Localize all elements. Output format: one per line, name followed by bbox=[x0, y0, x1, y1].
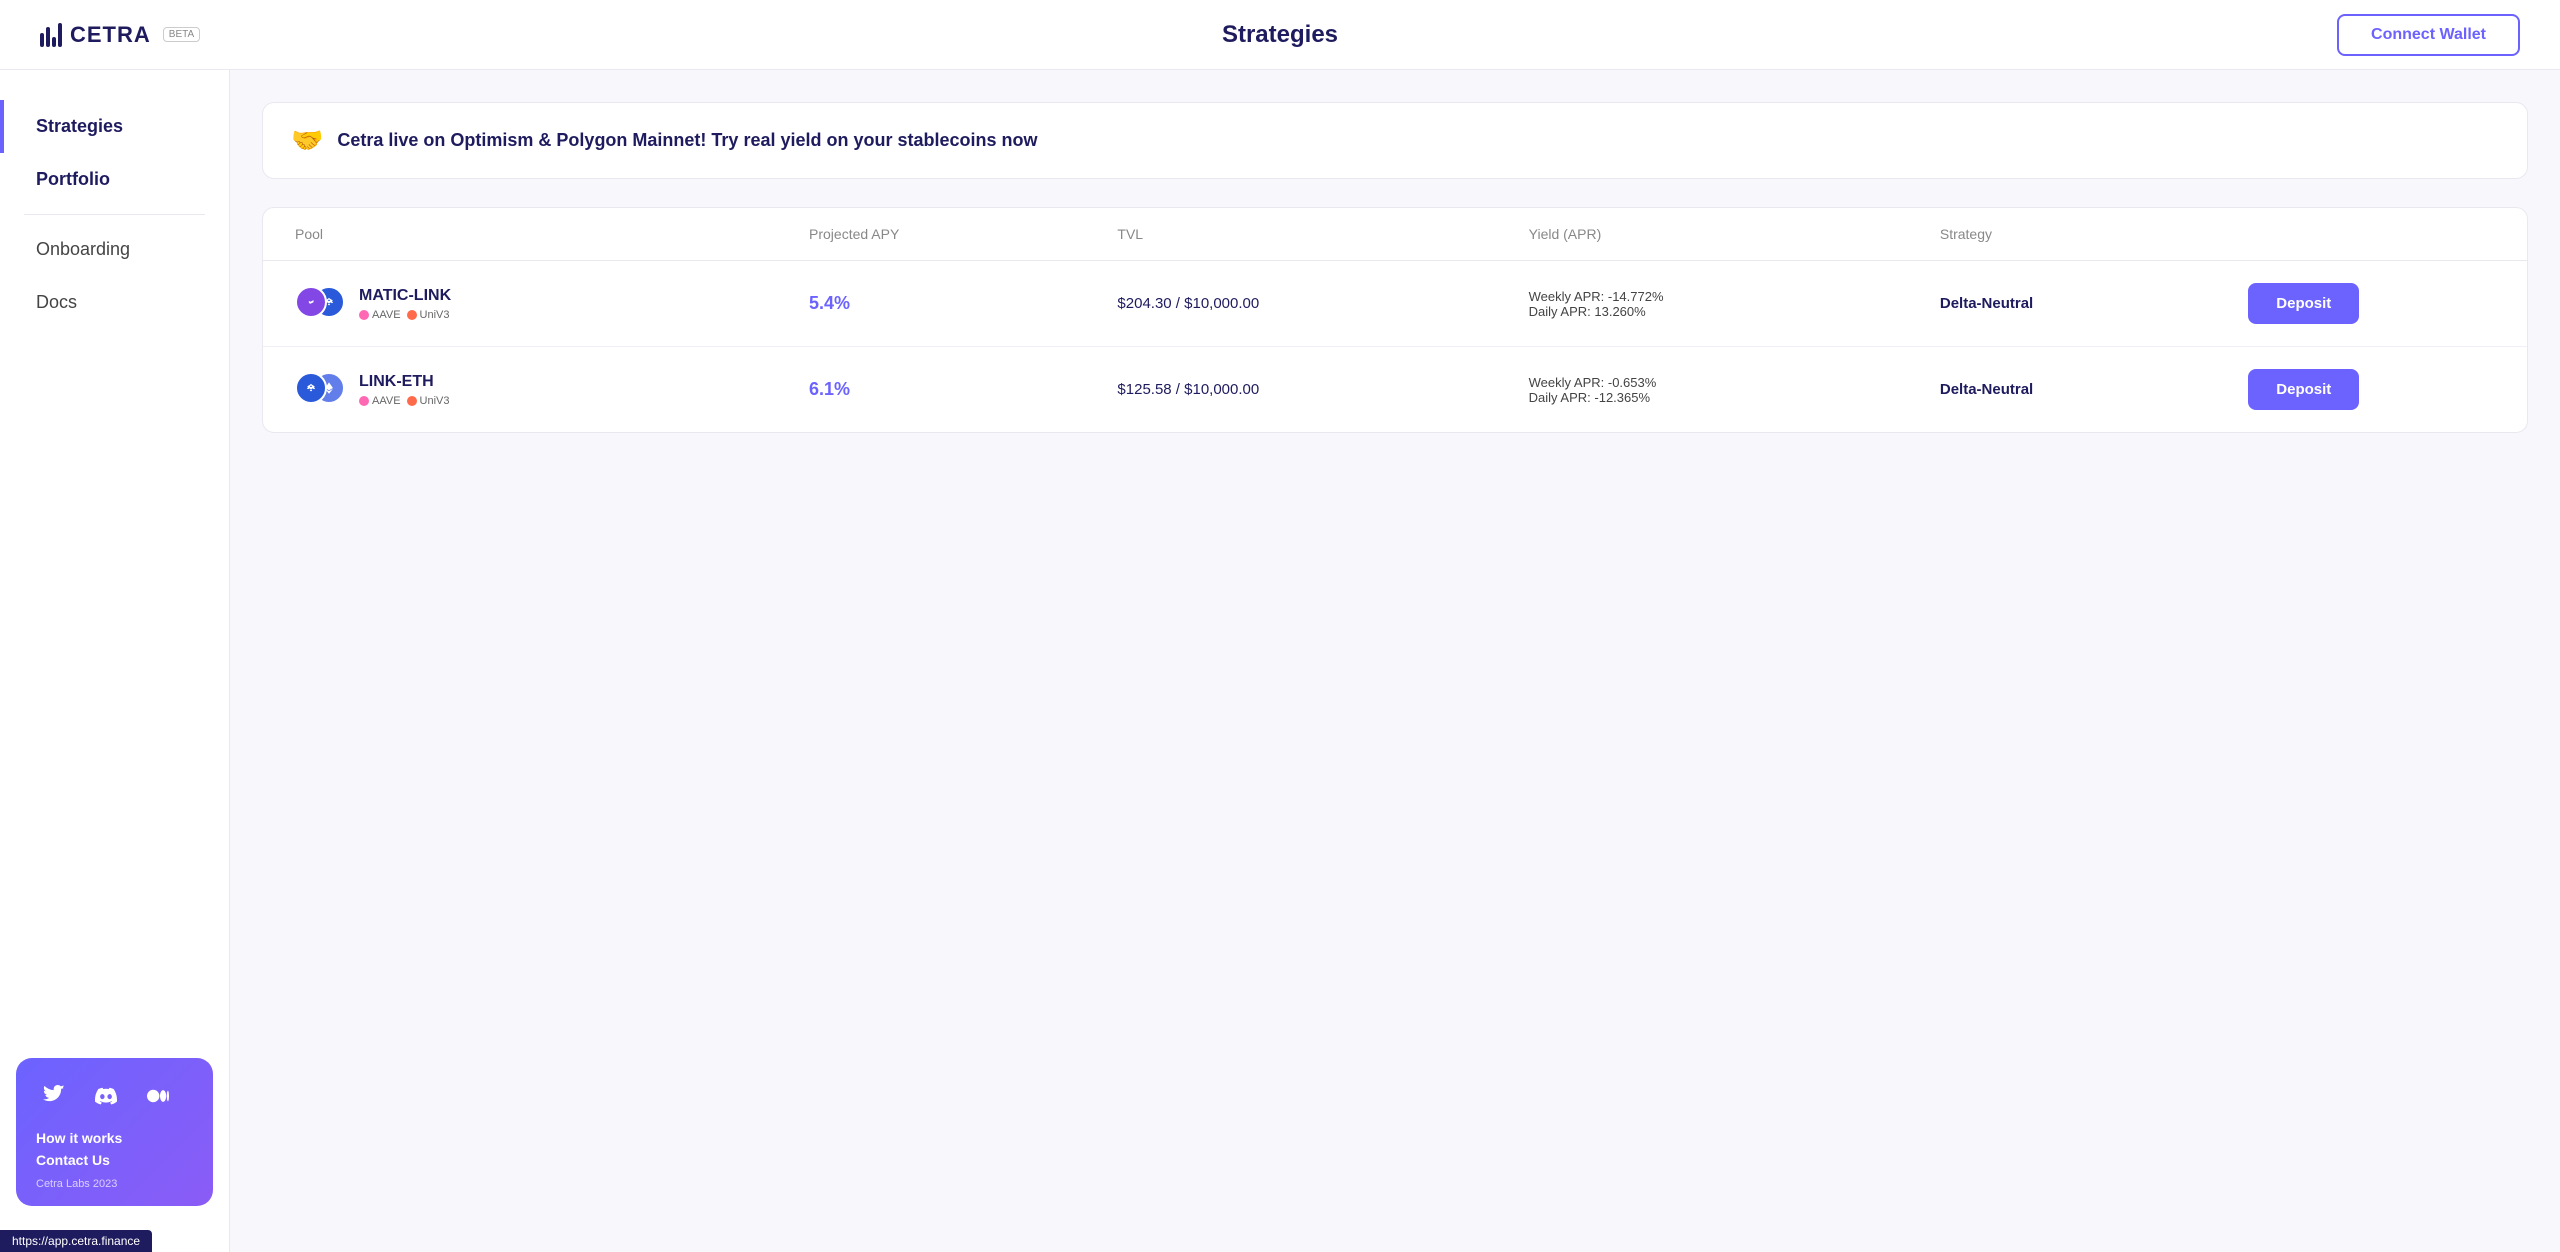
col-header-tvl: TVL bbox=[1117, 226, 1528, 242]
main-content: 🤝 Cetra live on Optimism & Polygon Mainn… bbox=[230, 70, 2560, 1252]
contact-us-link[interactable]: Contact Us bbox=[36, 1152, 193, 1168]
sidebar-footer: How it works Contact Us Cetra Labs 2023 bbox=[16, 1058, 213, 1206]
page-title: Strategies bbox=[1222, 21, 1338, 49]
sidebar-item-docs[interactable]: Docs bbox=[0, 276, 229, 329]
table-header: Pool Projected APY TVL Yield (APR) Strat… bbox=[263, 208, 2527, 261]
pool-tags-matic-link: AAVE UniV3 bbox=[359, 309, 451, 321]
col-header-strategy: Strategy bbox=[1940, 226, 2248, 242]
yield-cell-1: Weekly APR: -14.772% Daily APR: 13.260% bbox=[1529, 289, 1940, 319]
univ3-dot bbox=[407, 310, 417, 320]
apy-value-2: 6.1% bbox=[809, 379, 1117, 400]
tvl-value-1: $204.30 / $10,000.00 bbox=[1117, 295, 1528, 312]
header: CETRA BETA Strategies Connect Wallet bbox=[0, 0, 2560, 70]
copyright-text: Cetra Labs 2023 bbox=[36, 1178, 117, 1190]
how-it-works-link[interactable]: How it works bbox=[36, 1130, 193, 1146]
pool-tag-univ3-2: UniV3 bbox=[407, 395, 450, 407]
pool-icon-matic bbox=[295, 286, 327, 318]
twitter-icon[interactable] bbox=[36, 1078, 72, 1114]
pool-tags-link-eth: AAVE UniV3 bbox=[359, 395, 450, 407]
sidebar-item-strategies[interactable]: Strategies bbox=[0, 100, 229, 153]
pool-icon-link2 bbox=[295, 372, 327, 404]
apy-value-1: 5.4% bbox=[809, 293, 1117, 314]
deposit-button-2[interactable]: Deposit bbox=[2248, 369, 2359, 410]
univ3-dot-2 bbox=[407, 396, 417, 406]
col-header-pool: Pool bbox=[295, 226, 809, 242]
table-row: MATIC-LINK AAVE UniV3 bbox=[263, 261, 2527, 347]
strategies-table-card: Pool Projected APY TVL Yield (APR) Strat… bbox=[262, 207, 2528, 433]
col-header-apy: Projected APY bbox=[809, 226, 1117, 242]
pool-cell-matic-link: MATIC-LINK AAVE UniV3 bbox=[295, 286, 809, 322]
sidebar-item-portfolio[interactable]: Portfolio bbox=[0, 153, 229, 206]
strategy-value-1: Delta-Neutral bbox=[1940, 295, 2248, 312]
pool-info-matic-link: MATIC-LINK AAVE UniV3 bbox=[359, 287, 451, 321]
yield-cell-2: Weekly APR: -0.653% Daily APR: -12.365% bbox=[1529, 375, 1940, 405]
logo-text: CETRA bbox=[70, 22, 151, 48]
pool-info-link-eth: LINK-ETH AAVE UniV3 bbox=[359, 373, 450, 407]
aave-label-2: AAVE bbox=[372, 395, 401, 407]
sidebar-nav: Strategies Portfolio Onboarding Docs bbox=[0, 100, 229, 1038]
col-header-action bbox=[2248, 226, 2495, 242]
aave-dot bbox=[359, 310, 369, 320]
deposit-cell-2: Deposit bbox=[2248, 369, 2495, 410]
sidebar-item-onboarding[interactable]: Onboarding bbox=[0, 223, 229, 276]
daily-apr-1: Daily APR: 13.260% bbox=[1529, 304, 1940, 319]
pool-name-link-eth: LINK-ETH bbox=[359, 373, 450, 391]
discord-icon[interactable] bbox=[88, 1078, 124, 1114]
daily-apr-2: Daily APR: -12.365% bbox=[1529, 390, 1940, 405]
pool-tag-aave-2: AAVE bbox=[359, 395, 401, 407]
connect-wallet-button[interactable]: Connect Wallet bbox=[2337, 14, 2520, 56]
aave-dot-2 bbox=[359, 396, 369, 406]
deposit-button-1[interactable]: Deposit bbox=[2248, 283, 2359, 324]
logo-icon bbox=[40, 23, 62, 47]
tvl-value-2: $125.58 / $10,000.00 bbox=[1117, 381, 1528, 398]
pool-cell-link-eth: LINK-ETH AAVE UniV3 bbox=[295, 372, 809, 408]
sidebar-divider bbox=[24, 214, 205, 215]
pool-icons-matic-link bbox=[295, 286, 347, 322]
weekly-apr-2: Weekly APR: -0.653% bbox=[1529, 375, 1940, 390]
banner-text: Cetra live on Optimism & Polygon Mainnet… bbox=[337, 130, 1037, 151]
weekly-apr-1: Weekly APR: -14.772% bbox=[1529, 289, 1940, 304]
url-bar: https://app.cetra.finance bbox=[0, 1230, 152, 1252]
col-header-yield: Yield (APR) bbox=[1529, 226, 1940, 242]
pool-tag-univ3-1: UniV3 bbox=[407, 309, 450, 321]
medium-icon[interactable] bbox=[140, 1078, 176, 1114]
univ3-label: UniV3 bbox=[420, 309, 450, 321]
url-text: https://app.cetra.finance bbox=[12, 1234, 140, 1248]
strategy-value-2: Delta-Neutral bbox=[1940, 381, 2248, 398]
pool-name-matic-link: MATIC-LINK bbox=[359, 287, 451, 305]
table-row: LINK-ETH AAVE UniV3 bbox=[263, 347, 2527, 432]
sidebar: Strategies Portfolio Onboarding Docs bbox=[0, 70, 230, 1252]
univ3-label-2: UniV3 bbox=[420, 395, 450, 407]
banner-emoji: 🤝 bbox=[291, 125, 323, 156]
aave-label: AAVE bbox=[372, 309, 401, 321]
announcement-banner: 🤝 Cetra live on Optimism & Polygon Mainn… bbox=[262, 102, 2528, 179]
layout: Strategies Portfolio Onboarding Docs bbox=[0, 70, 2560, 1252]
logo-area: CETRA BETA bbox=[40, 22, 200, 48]
social-icons bbox=[36, 1078, 193, 1114]
pool-tag-aave-1: AAVE bbox=[359, 309, 401, 321]
beta-badge: BETA bbox=[163, 27, 200, 42]
pool-icons-link-eth bbox=[295, 372, 347, 408]
deposit-cell-1: Deposit bbox=[2248, 283, 2495, 324]
